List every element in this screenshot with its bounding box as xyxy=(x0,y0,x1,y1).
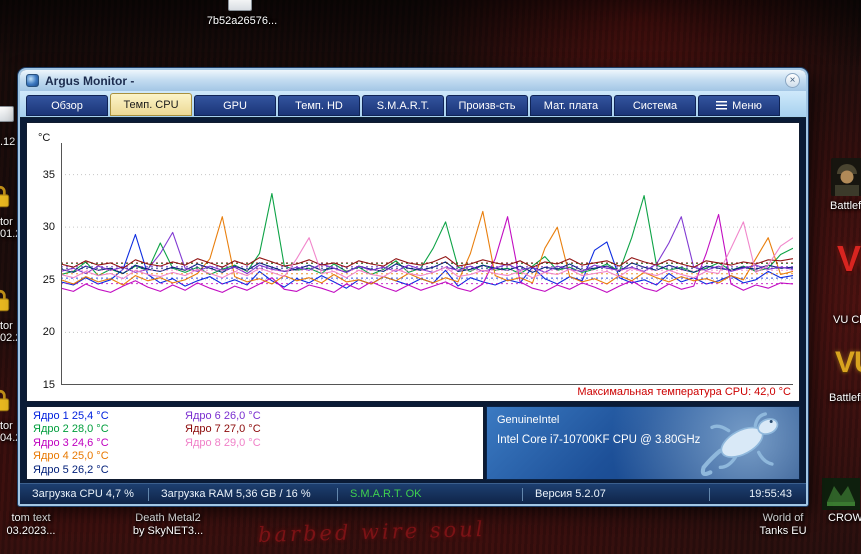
tab-performance[interactable]: Произв-сть xyxy=(446,95,528,116)
temp-chart-panel: °C 35 30 25 20 15 Максимальная температура C… xyxy=(26,122,800,402)
file-icon[interactable] xyxy=(0,106,14,122)
cpu-info-panel: GenuineIntel Intel Core i7-10700KF CPU @… xyxy=(486,406,800,480)
desktop-icon-label[interactable]: Death Metal2 xyxy=(120,512,216,524)
core-temp-entry: Ядро 7 27,0 °C xyxy=(185,423,261,436)
window-title: Argus Monitor - xyxy=(45,73,135,88)
cpu-model: Intel Core i7-10700KF CPU @ 3.80GHz xyxy=(497,434,701,446)
gecko-logo-icon xyxy=(700,412,779,477)
lock-icon[interactable] xyxy=(0,388,13,414)
core-temp-entry: Ядро 3 24,6 °C xyxy=(33,436,109,449)
gold-emblem-icon[interactable]: VU xyxy=(835,346,861,380)
core-temp-entry: Ядро 5 26,2 °C xyxy=(33,463,109,476)
desktop-icon-label[interactable]: tom text xyxy=(0,512,62,524)
lock-icon[interactable] xyxy=(0,184,13,210)
tab-menu[interactable]: Меню xyxy=(698,95,780,116)
cpu-vendor: GenuineIntel xyxy=(497,414,560,426)
status-clock: 19:55:43 xyxy=(749,488,792,500)
close-button[interactable]: × xyxy=(785,73,800,88)
status-smart: S.M.A.R.T. OK xyxy=(350,488,422,500)
hamburger-icon xyxy=(716,101,728,110)
battlefield-icon[interactable] xyxy=(831,158,861,201)
desktop-icon-label[interactable]: Battlefie xyxy=(830,200,861,212)
core-temp-entry: Ядро 1 25,4 °C xyxy=(33,410,109,422)
info-row: Ядро 1 25,4 °C Ядро 2 28,0 °C Ядро 3 24,… xyxy=(26,406,800,480)
graffiti-text: barbed wire soul xyxy=(257,517,486,547)
tab-overview[interactable]: Обзор xyxy=(26,95,108,116)
close-icon: × xyxy=(789,74,796,86)
status-bar: Загрузка CPU 4,7 % Загрузка RAM 5,36 GB … xyxy=(20,483,806,504)
tab-mainboard[interactable]: Мат. плата xyxy=(530,95,612,116)
desktop-icon-label[interactable]: by SkyNET3... xyxy=(120,525,216,537)
window-titlebar[interactable]: Argus Monitor - × xyxy=(20,70,806,91)
y-axis-tick: 20 xyxy=(42,326,55,339)
app-icon xyxy=(26,74,39,87)
lock-icon[interactable] xyxy=(0,288,13,314)
y-axis-tick: 25 xyxy=(42,273,55,286)
y-axis-tick: 15 xyxy=(42,379,55,391)
vu-player-icon[interactable]: VU xyxy=(837,240,861,278)
desktop-icon-label[interactable]: Tanks EU xyxy=(752,525,814,537)
argus-monitor-window: Argus Monitor - × Обзор Темп. CPU GPU Те… xyxy=(18,68,808,506)
status-version: Версия 5.2.07 xyxy=(535,488,606,500)
status-cpu-load: Загрузка CPU 4,7 % xyxy=(32,488,134,500)
file-icon[interactable] xyxy=(228,0,252,11)
desktop-icon-label[interactable]: 03.2023... xyxy=(0,525,62,537)
desktop-icon-label[interactable]: Battlefiel xyxy=(829,392,861,404)
desktop-icon-label[interactable]: tor xyxy=(0,420,13,432)
desktop-icon-label[interactable]: tor xyxy=(0,320,13,332)
desktop: barbed wire soul 7b52a26576... .12 tor 0… xyxy=(0,0,861,554)
desktop-icon-label[interactable]: VU Clie xyxy=(833,314,861,326)
status-ram-load: Загрузка RAM 5,36 GB / 16 % xyxy=(161,488,311,500)
core-temps-legend: Ядро 1 25,4 °C Ядро 2 28,0 °C Ядро 3 24,… xyxy=(26,406,484,480)
crown-icon[interactable] xyxy=(822,478,860,515)
desktop-icon-label[interactable]: CROW xyxy=(828,512,861,524)
max-temp-note: Максимальная температура CPU: 42,0 °C xyxy=(577,386,791,398)
y-axis-tick: 30 xyxy=(42,221,55,234)
desktop-icon-label[interactable]: World of xyxy=(752,512,814,524)
core-temp-entry: Ядро 4 25,0 °C xyxy=(33,450,109,463)
tab-gpu[interactable]: GPU xyxy=(194,95,276,116)
desktop-icon-label[interactable]: .12 xyxy=(0,136,15,148)
tab-temp-cpu[interactable]: Темп. CPU xyxy=(110,93,192,116)
temp-chart-svg xyxy=(61,143,793,385)
tab-smart[interactable]: S.M.A.R.T. xyxy=(362,95,444,116)
core-temp-entry: Ядро 2 28,0 °C xyxy=(33,423,109,436)
tab-temp-hd[interactable]: Темп. HD xyxy=(278,95,360,116)
desktop-icon-label[interactable]: 7b52a26576... xyxy=(200,15,284,27)
y-axis-unit: °C xyxy=(38,132,51,144)
tab-system[interactable]: Система xyxy=(614,95,696,116)
tab-bar: Обзор Темп. CPU GPU Темп. HD S.M.A.R.T. … xyxy=(20,91,806,118)
desktop-icon-label[interactable]: tor xyxy=(0,216,13,228)
y-axis-tick: 35 xyxy=(42,168,55,181)
core-temp-entry: Ядро 6 26,0 °C xyxy=(185,410,261,422)
core-temp-entry: Ядро 8 29,0 °C xyxy=(185,436,261,449)
tab-menu-label: Меню xyxy=(732,99,762,112)
